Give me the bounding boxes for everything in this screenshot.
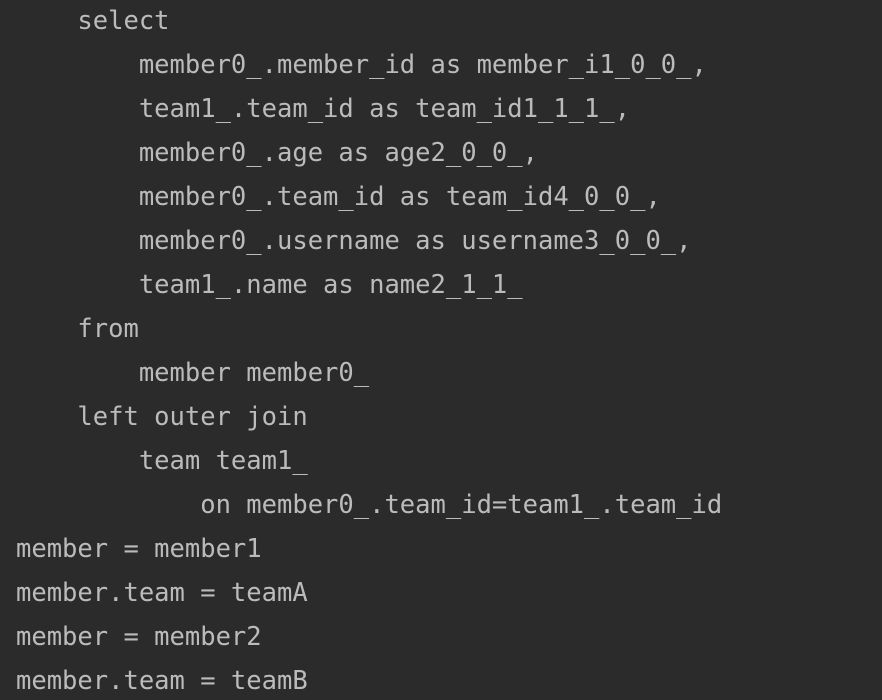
console-line: member member0_: [16, 358, 370, 388]
console-line: member0_.username as username3_0_0_,: [16, 226, 692, 256]
console-line: member0_.team_id as team_id4_0_0_,: [16, 182, 661, 212]
console-line: member0_.member_id as member_i1_0_0_,: [16, 50, 707, 80]
console-line: on member0_.team_id=team1_.team_id: [16, 490, 723, 520]
console-line: team1_.team_id as team_id1_1_1_,: [16, 94, 631, 124]
console-line: select: [16, 6, 170, 36]
console-line: left outer join: [16, 402, 308, 432]
console-line: member.team = teamB: [16, 666, 308, 696]
console-line: member.team = teamA: [16, 578, 308, 608]
console-line: member = member1: [16, 534, 262, 564]
console-line: team1_.name as name2_1_1_: [16, 270, 523, 300]
console-line: member = member2: [16, 622, 262, 652]
console-line: team team1_: [16, 446, 308, 476]
console-output: select member0_.member_id as member_i1_0…: [0, 0, 882, 700]
console-line: member0_.age as age2_0_0_,: [16, 138, 538, 168]
console-line: from: [16, 314, 139, 344]
